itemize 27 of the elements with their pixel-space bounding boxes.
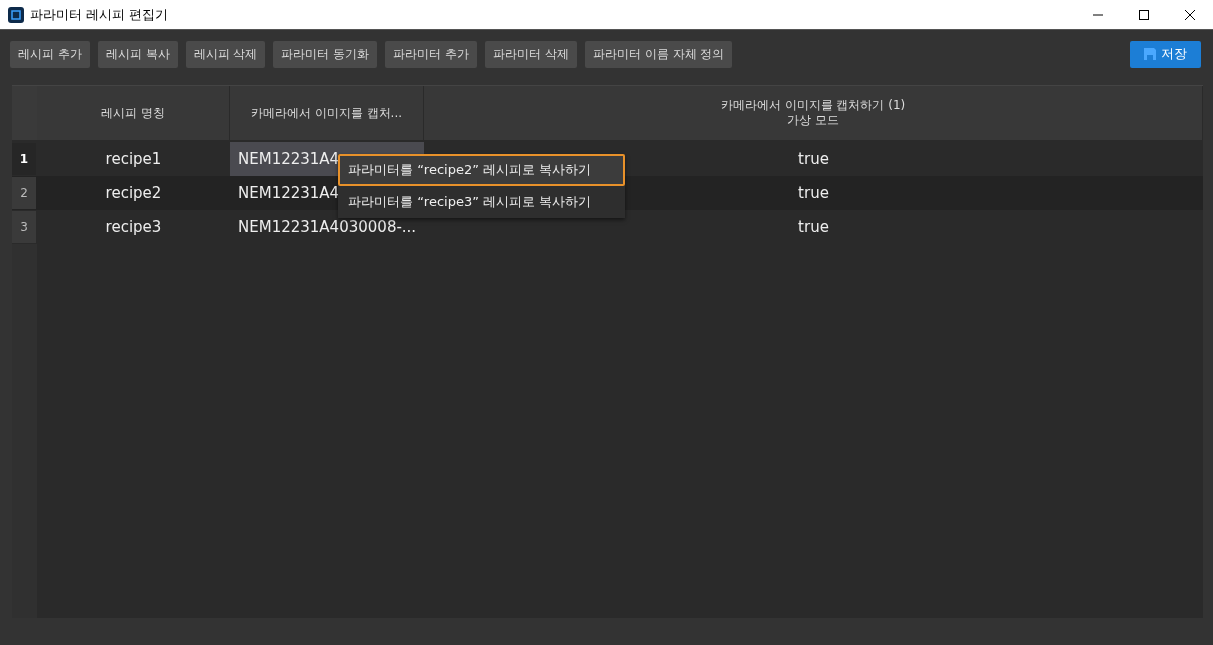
toolbar-button[interactable]: 레시피 추가 bbox=[10, 40, 90, 68]
row-number[interactable]: 2 bbox=[12, 177, 36, 209]
app-icon bbox=[8, 6, 24, 23]
maximize-icon[interactable] bbox=[1138, 8, 1150, 21]
table-cell: true bbox=[798, 218, 829, 236]
window-title: 파라미터 레시피 편집기 bbox=[30, 5, 170, 24]
close-icon[interactable] bbox=[1184, 8, 1196, 21]
table-cell: true bbox=[798, 184, 829, 202]
toolbar-button[interactable]: 레시피 복사 bbox=[97, 40, 178, 68]
toolbar-button[interactable]: 파라미터 삭제 bbox=[485, 40, 577, 68]
table-cell: recipe1 bbox=[105, 150, 162, 168]
toolbar-button[interactable]: 파라미터 추가 bbox=[385, 40, 478, 68]
table-cell: NEM12231A4 bbox=[238, 150, 340, 168]
menu-item[interactable]: 파라미터를 “recipe2” 레시피로 복사하기 bbox=[338, 154, 625, 186]
menu-item[interactable]: 파라미터를 “recipe3” 레시피로 복사하기 bbox=[338, 186, 625, 218]
save-button[interactable]: 저장 bbox=[1130, 40, 1201, 68]
toolbar-button[interactable]: 파라미터 이름 자체 정의 bbox=[584, 40, 733, 68]
toolbar-button[interactable]: 파라미터 동기화 bbox=[273, 40, 378, 68]
table-cell: recipe3 bbox=[105, 218, 162, 236]
table-cell: true bbox=[798, 150, 829, 168]
floppy-icon bbox=[1144, 48, 1156, 60]
table-cell: NEM12231A4 bbox=[238, 184, 340, 202]
toolbar-button[interactable]: 레시피 삭제 bbox=[185, 40, 266, 68]
row-number[interactable]: 1 bbox=[12, 143, 36, 175]
row-number[interactable]: 3 bbox=[12, 211, 36, 243]
table-cell: NEM12231A4030008-... bbox=[238, 218, 417, 236]
table-cell: recipe2 bbox=[105, 184, 162, 202]
